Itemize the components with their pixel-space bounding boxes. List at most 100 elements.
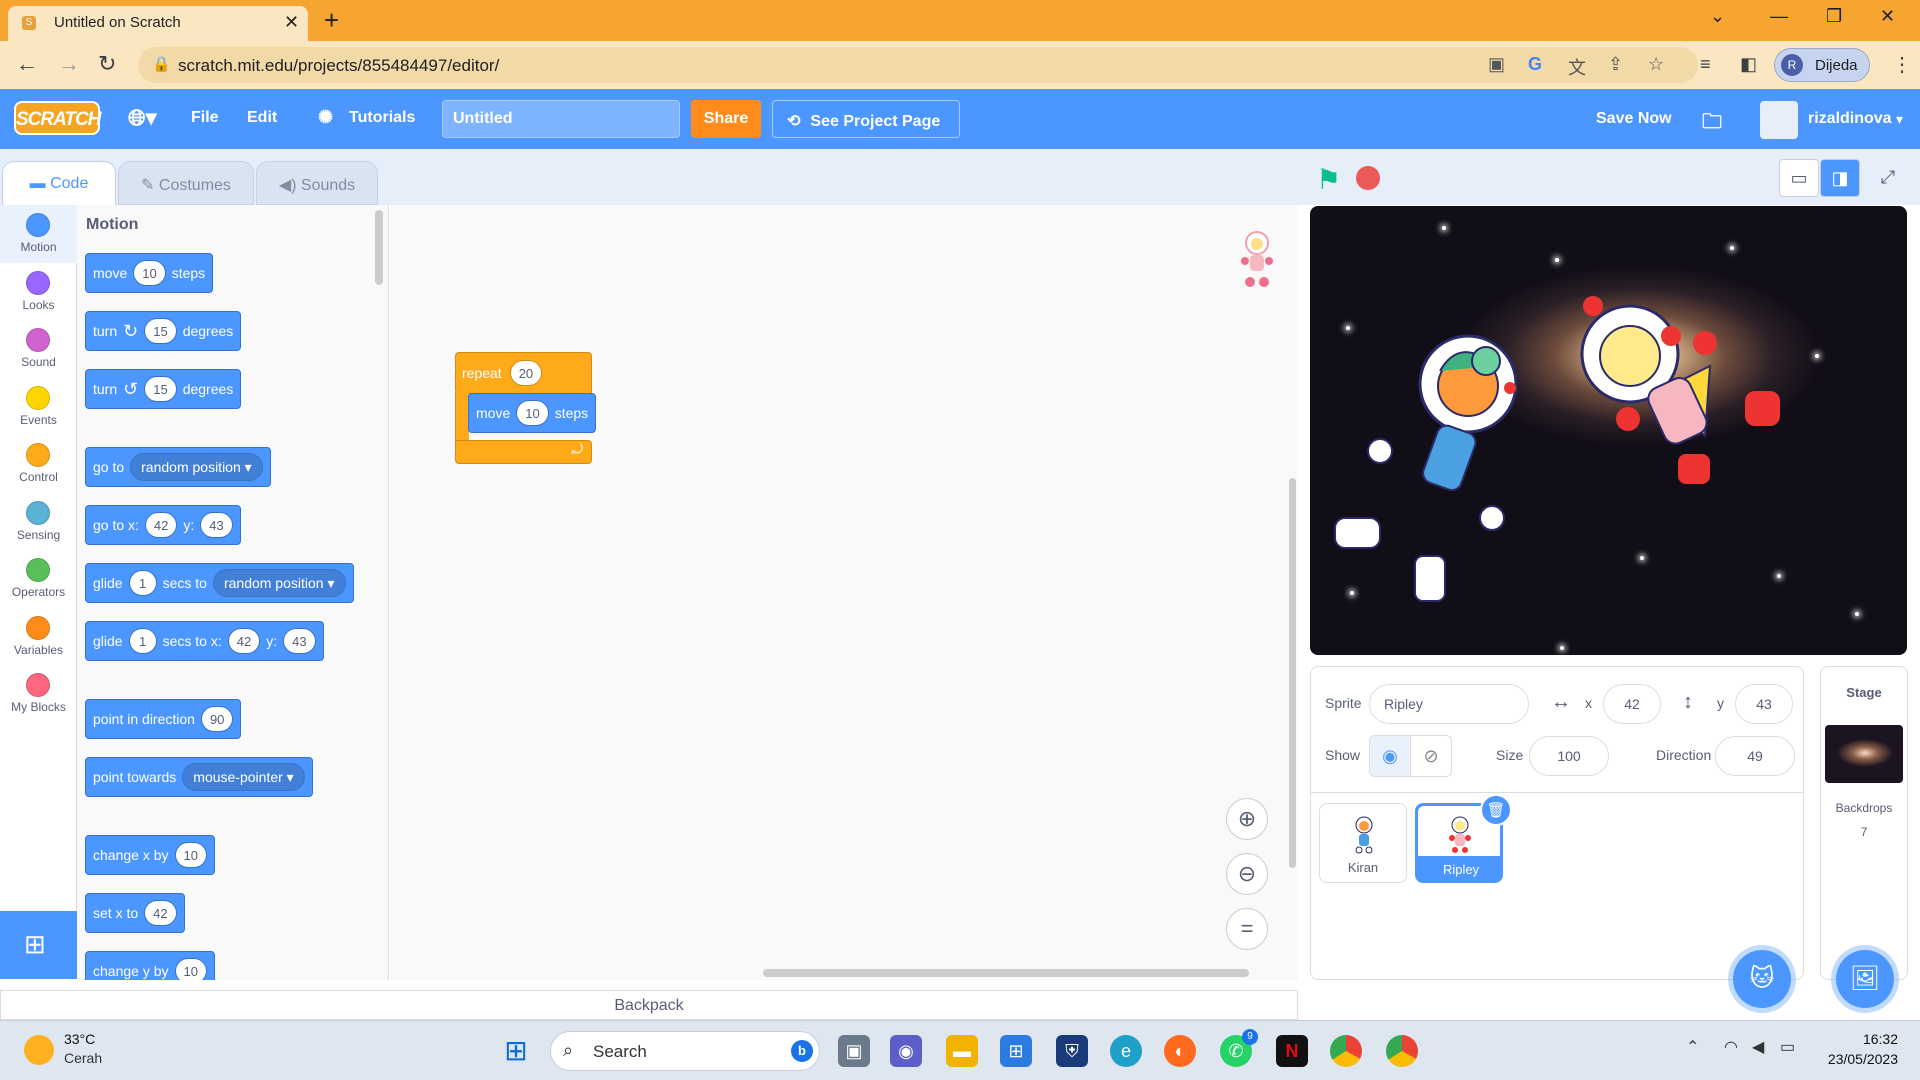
translate-icon[interactable]: 文 <box>1568 54 1586 80</box>
stop-sign-icon[interactable] <box>1356 166 1380 190</box>
block-input[interactable]: 43 <box>283 628 316 654</box>
side-panel-icon[interactable]: ◧ <box>1740 54 1757 75</box>
profile-chip[interactable]: R Dijeda <box>1774 48 1870 82</box>
block-move-steps[interactable]: move 10 steps <box>85 253 214 293</box>
block-input[interactable]: 1 <box>128 570 157 596</box>
sprite-name-input[interactable]: Ripley <box>1369 684 1529 724</box>
x-input[interactable]: 42 <box>1603 684 1661 724</box>
microsoft-store-icon[interactable]: ⊞ <box>1000 1035 1032 1067</box>
forward-arrow-icon[interactable]: → <box>58 51 80 77</box>
clock-time[interactable]: 16:32 <box>1828 1031 1898 1047</box>
choose-backdrop-button[interactable]: 🖼︎ <box>1836 950 1894 1008</box>
back-arrow-icon[interactable]: ← <box>16 51 38 77</box>
weather-sun-icon[interactable] <box>24 1035 54 1065</box>
workspace-vertical-scrollbar[interactable] <box>1289 478 1296 868</box>
edge-browser-icon[interactable]: e <box>1110 1035 1142 1067</box>
tab-costumes[interactable]: ✎ Costumes <box>118 161 254 205</box>
category-sensing[interactable]: Sensing <box>0 493 77 551</box>
block-input[interactable]: 42 <box>227 628 261 654</box>
block-input[interactable]: 42 <box>144 512 178 538</box>
block-input[interactable]: 15 <box>144 318 177 344</box>
task-view-icon[interactable]: ▣ <box>838 1035 870 1067</box>
show-hidden-icons-chevron[interactable]: ⌃ <box>1686 1037 1699 1057</box>
browser-tab[interactable]: S Untitled on Scratch ✕ <box>8 6 308 41</box>
project-title-input[interactable]: Untitled <box>442 100 680 138</box>
url-text[interactable]: scratch.mit.edu/projects/855484497/edito… <box>178 56 499 76</box>
choose-sprite-button[interactable]: 🐱︎ <box>1733 950 1791 1008</box>
stage-selector[interactable]: Stage Backdrops 7 <box>1820 666 1908 980</box>
close-window-button[interactable]: ✕ <box>1880 6 1895 27</box>
teams-chat-icon[interactable]: ◉ <box>890 1035 922 1067</box>
block-dropdown[interactable]: random position ▾ <box>212 569 346 597</box>
block-glide-to-xy[interactable]: glide 1 secs to x: 42 y: 43 <box>85 621 324 661</box>
delete-sprite-icon[interactable]: 🗑︎ <box>1480 794 1512 826</box>
block-input[interactable]: 15 <box>144 376 177 402</box>
workspace-horizontal-scrollbar[interactable] <box>763 969 1249 977</box>
category-events[interactable]: Events <box>0 378 77 436</box>
tab-search-chevron-icon[interactable]: ⌄ <box>1710 6 1725 27</box>
weather-desc[interactable]: Cerah <box>64 1050 102 1066</box>
reload-icon[interactable]: ↻ <box>98 51 116 77</box>
google-icon[interactable]: G <box>1528 54 1542 75</box>
small-stage-button[interactable]: ▭ <box>1779 159 1819 197</box>
sprite-thumb-kiran[interactable]: Kiran <box>1319 803 1407 883</box>
windows-start-icon[interactable]: ⊞ <box>500 1035 532 1067</box>
my-stuff-folder-icon[interactable]: 🗀 <box>1702 107 1722 141</box>
size-input[interactable]: 100 <box>1529 736 1609 776</box>
zoom-reset-button[interactable]: = <box>1226 908 1268 950</box>
volume-icon[interactable]: ◀︎ <box>1752 1037 1764 1057</box>
block-input[interactable]: 90 <box>200 706 234 732</box>
chrome-icon[interactable] <box>1330 1035 1362 1067</box>
block-change-x[interactable]: change x by 10 <box>85 835 215 875</box>
chrome-profile-icon[interactable] <box>1386 1035 1418 1067</box>
save-now-button[interactable]: Save Now <box>1596 110 1672 128</box>
block-dropdown[interactable]: random position ▾ <box>130 453 263 481</box>
lock-icon[interactable]: 🔒 <box>152 55 171 73</box>
file-menu[interactable]: File <box>191 109 219 127</box>
file-explorer-icon[interactable]: ▬ <box>946 1035 978 1067</box>
category-looks[interactable]: Looks <box>0 263 77 321</box>
tutorials-menu[interactable]: Tutorials <box>349 109 415 127</box>
block-input[interactable]: 43 <box>200 512 233 538</box>
reading-list-icon[interactable]: ≡ <box>1700 54 1711 75</box>
weather-temp[interactable]: 33°C <box>64 1031 95 1047</box>
share-icon[interactable]: ⇪ <box>1608 54 1623 75</box>
fullscreen-button[interactable]: ⤢ <box>1868 159 1908 197</box>
close-tab-icon[interactable]: ✕ <box>284 12 299 33</box>
clock-date[interactable]: 23/05/2023 <box>1808 1051 1898 1067</box>
backpack-bar[interactable]: Backpack <box>0 990 1298 1020</box>
tab-code[interactable]: ▬ Code <box>2 161 116 205</box>
tab-sounds[interactable]: ◀︎) Sounds <box>256 161 378 205</box>
block-go-to-xy[interactable]: go to x: 42 y: 43 <box>85 505 241 545</box>
block-dropdown[interactable]: mouse-pointer ▾ <box>182 763 305 791</box>
category-control[interactable]: Control <box>0 435 77 493</box>
category-my-blocks[interactable]: My Blocks <box>0 665 77 723</box>
block-turn-left[interactable]: turn ↺ 15 degrees <box>85 369 242 409</box>
taskbar-search-box[interactable]: ⌕ Search b <box>550 1031 820 1071</box>
url-bar[interactable]: 🔒 scratch.mit.edu/projects/855484497/edi… <box>138 47 1698 83</box>
direction-input[interactable]: 49 <box>1715 736 1795 776</box>
block-input[interactable]: 10 <box>133 260 166 286</box>
battery-icon[interactable]: ▭ <box>1780 1037 1795 1057</box>
block-input[interactable]: 42 <box>144 900 177 926</box>
repeat-count-input[interactable]: 20 <box>509 360 543 386</box>
block-point-towards[interactable]: point towards mouse-pointer ▾ <box>85 757 313 797</box>
block-turn-right[interactable]: turn ↻ 15 degrees <box>85 311 242 351</box>
block-change-y[interactable]: change y by 10 <box>85 951 215 980</box>
block-glide-to[interactable]: glide 1 secs to random position ▾ <box>85 563 354 603</box>
category-motion[interactable]: Motion <box>0 205 77 263</box>
zoom-in-button[interactable]: ⊕ <box>1226 798 1268 840</box>
show-visible-button[interactable]: ◉ <box>1369 735 1411 777</box>
add-extension-button[interactable]: ⊞ <box>0 911 77 979</box>
new-tab-button[interactable]: + <box>324 5 339 36</box>
category-operators[interactable]: Operators <box>0 550 77 608</box>
move-steps-input[interactable]: 10 <box>516 400 549 426</box>
firefox-icon[interactable]: ◐ <box>1164 1035 1196 1067</box>
scratch-logo[interactable]: SCRATCH <box>14 101 101 135</box>
category-sound[interactable]: Sound <box>0 320 77 378</box>
palette-scrollbar[interactable] <box>375 210 383 285</box>
green-flag-icon[interactable]: ⚑ <box>1316 163 1341 196</box>
block-point-in-direction[interactable]: point in direction 90 <box>85 699 242 739</box>
show-hidden-button[interactable]: ⊘ <box>1410 735 1452 777</box>
category-variables[interactable]: Variables <box>0 608 77 666</box>
